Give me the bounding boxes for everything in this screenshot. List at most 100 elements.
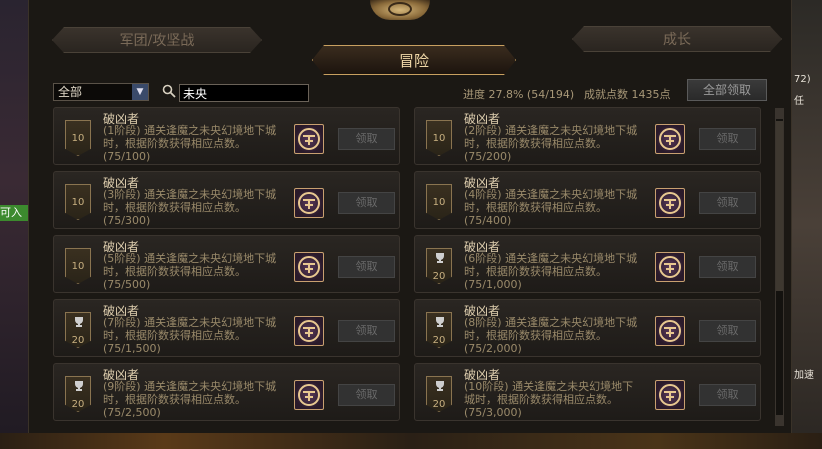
trophy-icon (436, 381, 444, 391)
achievement-card: 20 破凶者 (10阶段) 通关逢魔之未央幻境地下城时，根据阶数获得相应点数。 … (414, 363, 761, 421)
achievement-desc: (5阶段) 通关逢魔之未央幻境地下城时，根据阶数获得相应点数。 (75/500) (103, 252, 283, 291)
medal-value: 10 (432, 197, 446, 208)
claim-button[interactable]: 领取 (699, 192, 756, 214)
claim-button[interactable]: 领取 (338, 256, 395, 278)
search-input[interactable] (179, 84, 309, 102)
tab-adventure[interactable]: 冒险 (312, 45, 516, 75)
achievement-description: (1阶段) 通关逢魔之未央幻境地下城时，根据阶数获得相应点数。 (103, 124, 277, 150)
chevron-down-icon[interactable]: ▼ (132, 84, 148, 100)
reward-chest-icon[interactable] (294, 188, 324, 218)
game-background-left: 可入 (0, 0, 28, 449)
search-icon (162, 84, 176, 98)
tab-growth[interactable]: 成长 (572, 26, 782, 52)
scrollbar[interactable] (775, 108, 784, 426)
achievement-progress: (75/1,000) (464, 278, 522, 291)
reward-emblem (298, 384, 320, 406)
achievement-desc: (8阶段) 通关逢魔之未央幻境地下城时，根据阶数获得相应点数。 (75/2,00… (464, 316, 644, 355)
reward-chest-icon[interactable] (294, 252, 324, 282)
achievement-progress: (75/400) (464, 214, 512, 227)
reward-emblem (659, 384, 681, 406)
reward-emblem (659, 256, 681, 278)
reward-chest-icon[interactable] (294, 124, 324, 154)
medal-badge: 20 (426, 248, 452, 284)
achievement-desc: (3阶段) 通关逢魔之未央幻境地下城时，根据阶数获得相应点数。 (75/300) (103, 188, 283, 227)
achievement-progress: (75/300) (103, 214, 151, 227)
trophy-icon (75, 317, 83, 327)
reward-chest-icon[interactable] (294, 316, 324, 346)
achievement-description: (6阶段) 通关逢魔之未央幻境地下城时，根据阶数获得相应点数。 (464, 252, 638, 278)
side-text-1: 72) (794, 74, 811, 85)
achievement-desc: (7阶段) 通关逢魔之未央幻境地下城时，根据阶数获得相应点数。 (75/1,50… (103, 316, 283, 355)
achievement-card: 10 破凶者 (5阶段) 通关逢魔之未央幻境地下城时，根据阶数获得相应点数。 (… (53, 235, 400, 293)
achievement-desc: (4阶段) 通关逢魔之未央幻境地下城时，根据阶数获得相应点数。 (75/400) (464, 188, 644, 227)
achievement-desc: (2阶段) 通关逢魔之未央幻境地下城时，根据阶数获得相应点数。 (75/200) (464, 124, 644, 163)
medal-value: 20 (432, 399, 446, 410)
reward-chest-icon[interactable] (655, 316, 685, 346)
reward-emblem (298, 128, 320, 150)
medal-value: 20 (71, 399, 85, 410)
game-background-right: 72) 任 加速 (792, 0, 822, 449)
medal-badge: 10 (65, 120, 91, 156)
medal-value: 10 (71, 197, 85, 208)
achievement-desc: (9阶段) 通关逢魔之未央幻境地下城时，根据阶数获得相应点数。 (75/2,50… (103, 380, 283, 419)
medal-value: 20 (71, 335, 85, 346)
reward-emblem (298, 256, 320, 278)
achievement-card: 10 破凶者 (2阶段) 通关逢魔之未央幻境地下城时，根据阶数获得相应点数。 (… (414, 107, 761, 165)
achievement-progress: (75/1,500) (103, 342, 161, 355)
achievement-list: 10 破凶者 (1阶段) 通关逢魔之未央幻境地下城时，根据阶数获得相应点数。 (… (53, 107, 763, 427)
medal-value: 20 (432, 335, 446, 346)
claim-button[interactable]: 领取 (699, 384, 756, 406)
claim-button[interactable]: 领取 (338, 384, 395, 406)
tab-legion-raid[interactable]: 军团/攻坚战 (52, 27, 262, 53)
achievement-card: 20 破凶者 (8阶段) 通关逢魔之未央幻境地下城时，根据阶数获得相应点数。 (… (414, 299, 761, 357)
achievement-desc: (10阶段) 通关逢魔之未央幻境地下城时，根据阶数获得相应点数。 (75/3,0… (464, 380, 644, 419)
reward-chest-icon[interactable] (655, 380, 685, 410)
achievement-description: (7阶段) 通关逢魔之未央幻境地下城时，根据阶数获得相应点数。 (103, 316, 277, 342)
progress-text: 进度 27.8% (54/194) (463, 88, 575, 101)
achievement-card: 10 破凶者 (4阶段) 通关逢魔之未央幻境地下城时，根据阶数获得相应点数。 (… (414, 171, 761, 229)
achievement-description: (2阶段) 通关逢魔之未央幻境地下城时，根据阶数获得相应点数。 (464, 124, 638, 150)
medal-badge: 10 (65, 184, 91, 220)
claim-button[interactable]: 领取 (699, 256, 756, 278)
medal-badge: 20 (65, 312, 91, 348)
medal-badge: 20 (426, 312, 452, 348)
trophy-icon (75, 381, 83, 391)
medal-badge: 10 (65, 248, 91, 284)
scroll-down-arrow[interactable] (776, 415, 783, 425)
reward-emblem (298, 320, 320, 342)
scroll-thumb[interactable] (776, 121, 783, 291)
trophy-icon (436, 317, 444, 327)
achievement-desc: (1阶段) 通关逢魔之未央幻境地下城时，根据阶数获得相应点数。 (75/100) (103, 124, 283, 163)
achievement-description: (9阶段) 通关逢魔之未央幻境地下城时，根据阶数获得相应点数。 (103, 380, 277, 406)
claim-button[interactable]: 领取 (699, 320, 756, 342)
achievement-description: (3阶段) 通关逢魔之未央幻境地下城时，根据阶数获得相应点数。 (103, 188, 277, 214)
achievement-progress: (75/2,500) (103, 406, 161, 419)
claim-button[interactable]: 领取 (699, 128, 756, 150)
achievement-card: 20 破凶者 (6阶段) 通关逢魔之未央幻境地下城时，根据阶数获得相应点数。 (… (414, 235, 761, 293)
medal-badge: 20 (426, 376, 452, 412)
reward-emblem (659, 128, 681, 150)
achievement-description: (4阶段) 通关逢魔之未央幻境地下城时，根据阶数获得相应点数。 (464, 188, 638, 214)
reward-emblem (298, 192, 320, 214)
claim-button[interactable]: 领取 (338, 128, 395, 150)
reward-chest-icon[interactable] (655, 188, 685, 218)
emblem-ring (388, 2, 412, 16)
reward-chest-icon[interactable] (655, 124, 685, 154)
achievement-progress: (75/200) (464, 150, 512, 163)
claim-all-button[interactable]: 全部领取 (687, 79, 767, 101)
achievement-description: (10阶段) 通关逢魔之未央幻境地下城时，根据阶数获得相应点数。 (464, 380, 634, 406)
achievement-card: 20 破凶者 (7阶段) 通关逢魔之未央幻境地下城时，根据阶数获得相应点数。 (… (53, 299, 400, 357)
trophy-icon (436, 253, 444, 263)
medal-badge: 10 (426, 184, 452, 220)
scroll-up-arrow[interactable] (776, 109, 783, 119)
claim-button[interactable]: 领取 (338, 192, 395, 214)
claim-button[interactable]: 领取 (338, 320, 395, 342)
achievement-progress: (75/2,000) (464, 342, 522, 355)
reward-chest-icon[interactable] (655, 252, 685, 282)
achievement-points: 成就点数 1435点 (584, 88, 671, 101)
medal-badge: 10 (426, 120, 452, 156)
medal-value: 10 (432, 133, 446, 144)
category-dropdown[interactable]: 全部 ▼ (53, 83, 149, 101)
hud-bottom-bar (0, 433, 822, 449)
reward-chest-icon[interactable] (294, 380, 324, 410)
